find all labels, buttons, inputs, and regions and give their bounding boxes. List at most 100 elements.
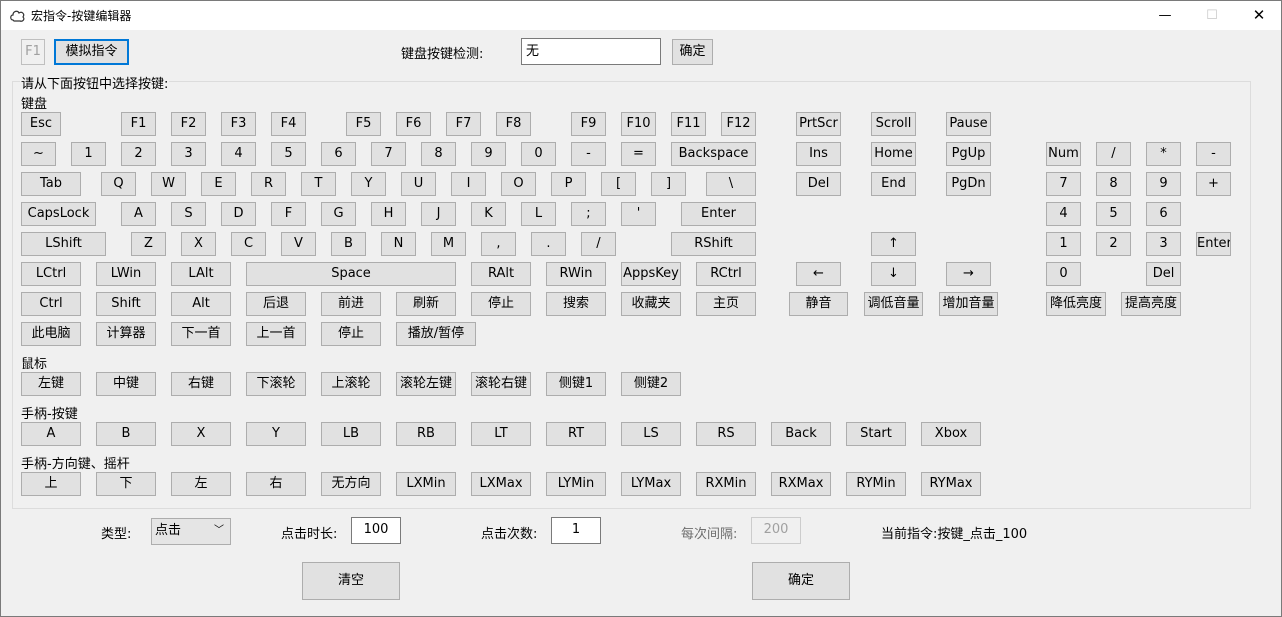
key-media-stop[interactable]: 停止 [321,322,381,346]
key-numpad-6[interactable]: 6 [1146,202,1181,226]
mouse-side-button-1[interactable]: 侧键1 [546,372,606,396]
duration-field[interactable]: 100 [351,517,401,544]
key-f3[interactable]: F3 [221,112,256,136]
gamepad-rs[interactable]: RS [696,422,756,446]
gamepad-start[interactable]: Start [846,422,906,446]
key-browser-stop[interactable]: 停止 [471,292,531,316]
key-end[interactable]: End [871,172,916,196]
key-browser-search[interactable]: 搜索 [546,292,606,316]
key-f10[interactable]: F10 [621,112,656,136]
key-s[interactable]: S [171,202,206,226]
key-up-arrow[interactable]: ↑ [871,232,916,256]
key-browser-refresh[interactable]: 刷新 [396,292,456,316]
key-f4[interactable]: F4 [271,112,306,136]
gamepad-lx-max[interactable]: LXMax [471,472,531,496]
key-numpad-multiply[interactable]: * [1146,142,1181,166]
key-9[interactable]: 9 [471,142,506,166]
key-volume-up[interactable]: 增加音量 [939,292,998,316]
key-semicolon[interactable]: ; [571,202,606,226]
mouse-right-button[interactable]: 右键 [171,372,231,396]
gamepad-ly-max[interactable]: LYMax [621,472,681,496]
gamepad-lt[interactable]: LT [471,422,531,446]
key-numpad-subtract[interactable]: - [1196,142,1231,166]
key-home[interactable]: Home [871,142,916,166]
key-browser-back[interactable]: 后退 [246,292,306,316]
key-space[interactable]: Space [246,262,456,286]
key-tab[interactable]: Tab [21,172,81,196]
key-f12[interactable]: F12 [721,112,756,136]
key-numpad-7[interactable]: 7 [1046,172,1081,196]
key-e[interactable]: E [201,172,236,196]
key-i[interactable]: I [451,172,486,196]
key-brightness-down[interactable]: 降低亮度 [1046,292,1106,316]
key-media-play-pause[interactable]: 播放/暂停 [396,322,476,346]
key-ralt[interactable]: RAlt [471,262,531,286]
key-numpad-divide[interactable]: / [1096,142,1131,166]
key-period[interactable]: . [531,232,566,256]
key-f[interactable]: F [271,202,306,226]
key-7[interactable]: 7 [371,142,406,166]
count-field[interactable]: 1 [551,517,601,544]
key-tilde[interactable]: ~ [21,142,56,166]
type-select[interactable]: 点击 ﹀ [151,518,231,545]
key-numpad-1[interactable]: 1 [1046,232,1081,256]
key-ins[interactable]: Ins [796,142,841,166]
gamepad-ry-min[interactable]: RYMin [846,472,906,496]
key-backslash[interactable]: \ [706,172,756,196]
key-c[interactable]: C [231,232,266,256]
key-6[interactable]: 6 [321,142,356,166]
key-numpad-enter[interactable]: Enter [1196,232,1231,256]
key-numpad-5[interactable]: 5 [1096,202,1131,226]
key-f11[interactable]: F11 [671,112,706,136]
key-comma[interactable]: , [481,232,516,256]
key-d[interactable]: D [221,202,256,226]
key-numpad-0[interactable]: 0 [1046,262,1081,286]
key-pgdn[interactable]: PgDn [946,172,991,196]
key-b[interactable]: B [331,232,366,256]
key-o[interactable]: O [501,172,536,196]
key-browser-forward[interactable]: 前进 [321,292,381,316]
gamepad-back[interactable]: Back [771,422,831,446]
key-lalt[interactable]: LAlt [171,262,231,286]
key-minus[interactable]: - [571,142,606,166]
f1-button[interactable]: F1 [21,39,45,65]
key-lctrl[interactable]: LCtrl [21,262,81,286]
key-1[interactable]: 1 [71,142,106,166]
key-z[interactable]: Z [131,232,166,256]
key-equal[interactable]: = [621,142,656,166]
key-down-arrow[interactable]: ↓ [871,262,916,286]
key-rwin[interactable]: RWin [546,262,606,286]
gamepad-xbox[interactable]: Xbox [921,422,981,446]
simulate-command-button[interactable]: 模拟指令 [54,39,129,65]
key-pause[interactable]: Pause [946,112,991,136]
key-shift[interactable]: Shift [96,292,156,316]
key-4[interactable]: 4 [221,142,256,166]
key-3[interactable]: 3 [171,142,206,166]
key-left-arrow[interactable]: ← [796,262,841,286]
close-button[interactable]: ✕ [1236,1,1282,30]
key-lshift[interactable]: LShift [21,232,106,256]
key-numpad-del[interactable]: Del [1146,262,1181,286]
key-f2[interactable]: F2 [171,112,206,136]
key-quote[interactable]: ' [621,202,656,226]
gamepad-dpad-left[interactable]: 左 [171,472,231,496]
key-backspace[interactable]: Backspace [671,142,756,166]
gamepad-dpad-down[interactable]: 下 [96,472,156,496]
key-del[interactable]: Del [796,172,841,196]
key-my-computer[interactable]: 此电脑 [21,322,81,346]
key-u[interactable]: U [401,172,436,196]
mouse-wheel-left[interactable]: 滚轮左键 [396,372,456,396]
gamepad-b[interactable]: B [96,422,156,446]
key-j[interactable]: J [421,202,456,226]
key-f5[interactable]: F5 [346,112,381,136]
key-left-bracket[interactable]: [ [601,172,636,196]
key-2[interactable]: 2 [121,142,156,166]
key-alt[interactable]: Alt [171,292,231,316]
key-media-next[interactable]: 下一首 [171,322,231,346]
key-lwin[interactable]: LWin [96,262,156,286]
maximize-button[interactable]: ☐ [1189,1,1235,30]
gamepad-dpad-right[interactable]: 右 [246,472,306,496]
mouse-left-button[interactable]: 左键 [21,372,81,396]
key-f6[interactable]: F6 [396,112,431,136]
key-n[interactable]: N [381,232,416,256]
